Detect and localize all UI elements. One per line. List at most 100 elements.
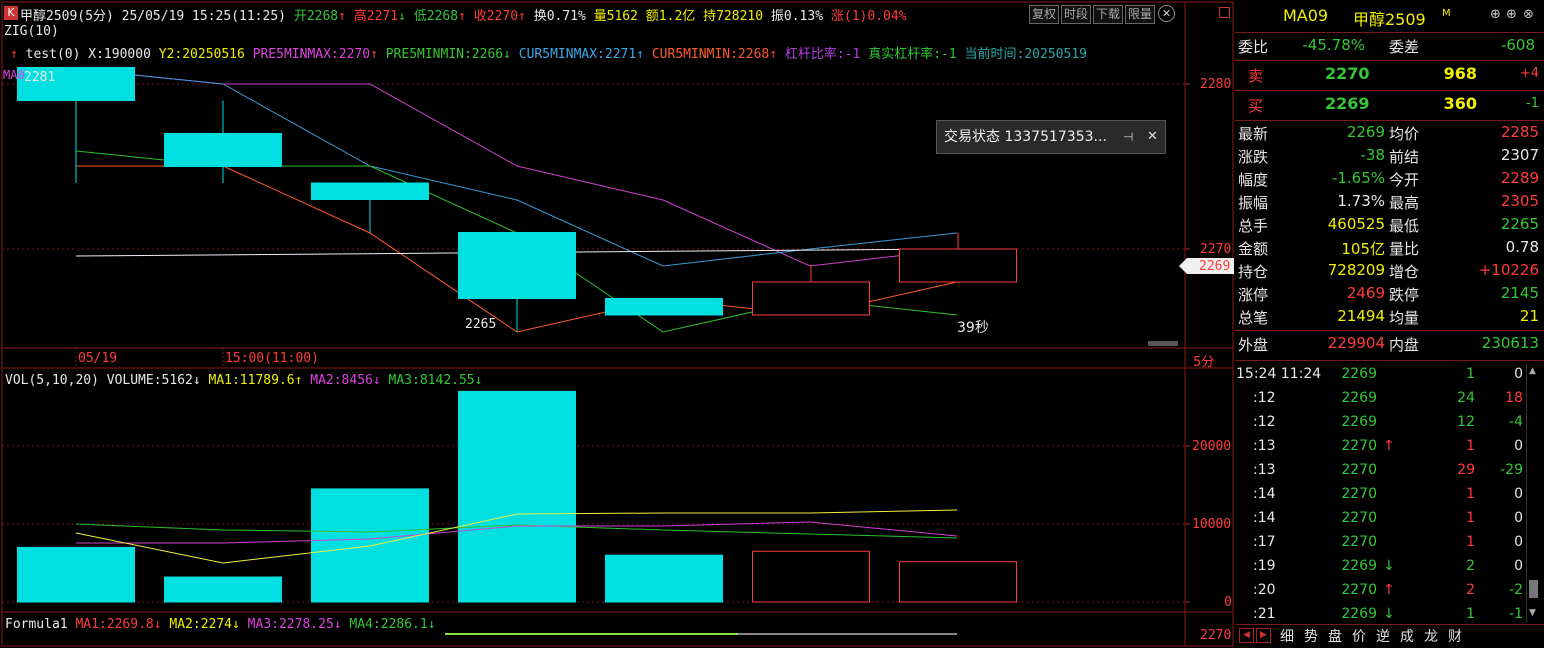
- stat-label: 均量: [1389, 309, 1420, 327]
- sell-volume: 968: [1443, 64, 1477, 83]
- tab-item[interactable]: 盘: [1328, 626, 1342, 646]
- tick-price: 2269: [1341, 414, 1377, 430]
- volume-bar[interactable]: [311, 488, 429, 603]
- zig-label: ZIG(10): [4, 24, 59, 39]
- limit-button[interactable]: 限量: [1125, 5, 1156, 24]
- tick-volume: 12: [1457, 414, 1475, 430]
- info-icon[interactable]: ⊕: [1490, 7, 1501, 22]
- vol-axis-0: 0: [1224, 595, 1232, 610]
- pin-icon[interactable]: ⊣: [1123, 121, 1133, 153]
- volume-bar[interactable]: [458, 390, 576, 603]
- tick-delta: -4: [1509, 414, 1523, 430]
- candle-body[interactable]: [311, 182, 429, 200]
- stat-value: 0.78: [1505, 238, 1539, 256]
- formula-ma3: MA3:2278.25: [247, 617, 334, 632]
- tick-volume: 1: [1466, 438, 1475, 454]
- tick-row[interactable]: :14 2270 1 0: [1235, 486, 1544, 506]
- current-price-tag: 2269: [1199, 259, 1231, 274]
- down-arrow-icon: ↓: [333, 617, 342, 632]
- tick-arrow-icon: ↑: [1383, 438, 1395, 454]
- buy-volume: 360: [1443, 94, 1477, 113]
- stat-row: 总笔 21494 均量 21: [1235, 307, 1544, 329]
- tick-row[interactable]: :17 2270 1 0: [1235, 534, 1544, 554]
- download-button[interactable]: 下载: [1093, 5, 1124, 24]
- shiduan-button[interactable]: 时段: [1061, 5, 1092, 24]
- tick-row[interactable]: :12 2269 12 -4: [1235, 414, 1544, 434]
- maximize-icon[interactable]: [1219, 7, 1230, 18]
- candle-body[interactable]: [164, 133, 282, 167]
- close-icon[interactable]: ⊗: [1523, 7, 1534, 22]
- scroll-up-icon[interactable]: ▲: [1529, 366, 1536, 376]
- scroll-thumb[interactable]: [1529, 580, 1538, 598]
- up-arrow-icon: ↑: [338, 9, 346, 24]
- down-arrow-icon: ↓: [503, 47, 511, 62]
- tab-item[interactable]: 势: [1304, 626, 1318, 646]
- tick-price: 2270: [1341, 438, 1377, 454]
- next-tab-icon[interactable]: ▶: [1256, 628, 1271, 643]
- close-chart-icon[interactable]: ✕: [1158, 5, 1175, 22]
- candle-body[interactable]: [752, 281, 870, 316]
- candle-body[interactable]: [605, 298, 723, 316]
- y2-value: Y2:20250516: [158, 47, 245, 62]
- tab-item[interactable]: 成: [1400, 626, 1414, 646]
- fuquan-button[interactable]: 复权: [1029, 5, 1060, 24]
- sell-row[interactable]: 卖 2270 968 +4: [1235, 64, 1544, 88]
- tick-time: :12: [1253, 390, 1276, 406]
- candle-body[interactable]: [899, 248, 1017, 283]
- stat-label: 均价: [1389, 125, 1420, 143]
- real-lever-value: 真实杠杆率:-1: [868, 47, 957, 62]
- k-badge[interactable]: K: [4, 6, 18, 20]
- prev-tab-icon[interactable]: ◀: [1239, 628, 1254, 643]
- close-icon[interactable]: ✕: [1147, 121, 1158, 153]
- current-time-value: 当前时间:20250519: [964, 47, 1087, 62]
- down-arrow-icon: ↓: [232, 617, 240, 632]
- stat-value: 2265: [1500, 215, 1539, 233]
- header-close: 收2270: [473, 9, 519, 24]
- axis-label-2270: 2270: [1200, 242, 1232, 257]
- tick-row[interactable]: :12 2269 24 18: [1235, 390, 1544, 410]
- tick-time: :20: [1253, 582, 1276, 598]
- tab-item[interactable]: 财: [1448, 626, 1462, 646]
- tick-row[interactable]: :19 2269 ↓ 2 0: [1235, 558, 1544, 578]
- down-arrow-icon: ↓: [474, 373, 483, 388]
- candle-body[interactable]: [458, 232, 576, 299]
- webi-value: -45.78%: [1302, 36, 1365, 54]
- tick-row[interactable]: :14 2270 1 0: [1235, 510, 1544, 530]
- tick-volume: 2: [1466, 558, 1475, 574]
- tab-item[interactable]: 细: [1280, 626, 1294, 646]
- inner-label: 内盘: [1389, 336, 1420, 354]
- stat-row: 振幅 1.73% 最高 2305: [1235, 192, 1544, 214]
- add-icon[interactable]: ⊕: [1506, 7, 1517, 22]
- tab-item[interactable]: 价: [1352, 626, 1366, 646]
- test-label: test(0): [25, 47, 81, 62]
- tick-row[interactable]: :21 2269 ↓ 1 -1: [1235, 606, 1544, 626]
- volume-bar[interactable]: [899, 561, 1017, 603]
- axis-label-2280: 2280: [1200, 77, 1232, 92]
- chart-scrollbar[interactable]: [1148, 341, 1178, 346]
- scroll-down-icon[interactable]: ▼: [1529, 608, 1536, 618]
- tick-price: 2270: [1341, 510, 1377, 526]
- tick-delta: 0: [1514, 486, 1523, 502]
- buy-row[interactable]: 买 2269 360 -1: [1235, 94, 1544, 118]
- tab-item[interactable]: 逆: [1376, 626, 1390, 646]
- volume-bar[interactable]: [605, 554, 723, 603]
- trade-status-popup[interactable]: 交易状态 1337517353... ⊣ ✕: [936, 120, 1166, 154]
- volume-bar[interactable]: [752, 550, 870, 603]
- tick-delta: -2: [1509, 582, 1523, 598]
- tick-row[interactable]: :13 2270 ↑ 1 0: [1235, 438, 1544, 458]
- divider: [1235, 60, 1544, 61]
- tick-time: :13: [1253, 462, 1276, 478]
- stat-value: 21494: [1337, 307, 1385, 325]
- header-hold: 持728210: [703, 9, 764, 24]
- tick-row[interactable]: :13 2270 29 -29: [1235, 462, 1544, 482]
- period-label[interactable]: 5分: [1193, 351, 1214, 370]
- up-arrow-icon: ↑: [636, 47, 645, 62]
- header-title: 甲醇2509(5分) 25/05/19 15:25(11:25): [20, 9, 286, 24]
- tick-scrollbar[interactable]: ▲ ▼: [1526, 364, 1541, 622]
- tick-row[interactable]: :20 2270 ↑ 2 -2: [1235, 582, 1544, 602]
- volume-bar[interactable]: [17, 546, 135, 603]
- volume-bar[interactable]: [164, 576, 282, 603]
- tab-item[interactable]: 龙: [1424, 626, 1438, 646]
- tick-delta: 0: [1514, 366, 1523, 382]
- tick-row[interactable]: 15:24 11:24 2269 1 0: [1235, 366, 1544, 386]
